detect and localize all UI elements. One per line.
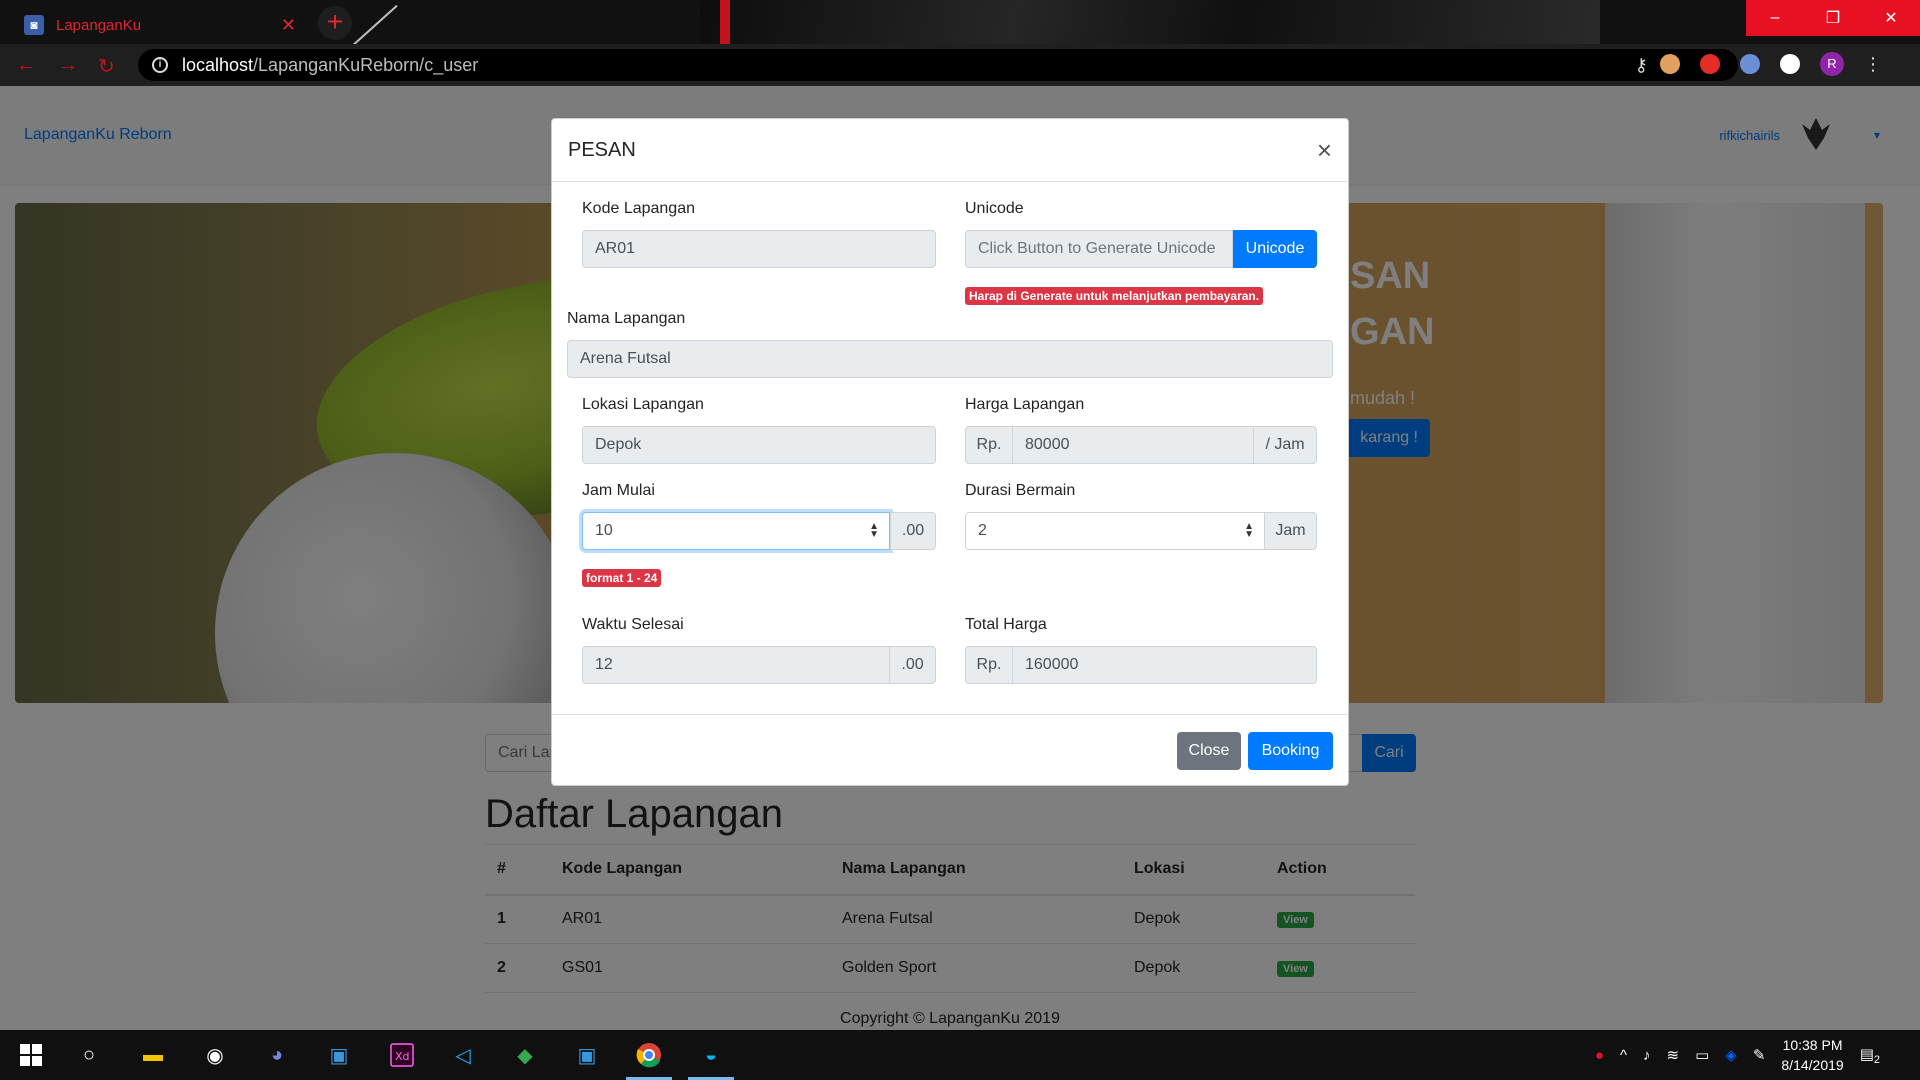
minimize-button[interactable]: –	[1746, 0, 1804, 36]
durasi-label: Durasi Bermain	[965, 482, 1076, 499]
chrome-icon[interactable]	[634, 1040, 664, 1070]
harga-suffix: / Jam	[1253, 426, 1317, 464]
volume-icon[interactable]: ♪	[1643, 1047, 1651, 1064]
unicode-label: Unicode	[965, 200, 1024, 217]
jam-mulai-suffix: .00	[890, 512, 936, 550]
blue-extension-icon[interactable]	[1740, 54, 1760, 74]
select-arrows-icon: ▲ ▼	[1244, 521, 1254, 540]
titlebar-wallpaper-accent	[720, 0, 730, 44]
durasi-value: 2	[978, 522, 987, 539]
nama-field[interactable]: Arena Futsal	[567, 340, 1333, 378]
address-bar[interactable]: i localhost/LapanganKuReborn/c_user ⚷ ⌕ …	[138, 49, 1738, 81]
tab-title: LapanganKu	[56, 16, 142, 34]
booking-modal: PESAN × Kode Lapangan AR01 Unicode Click…	[551, 118, 1349, 786]
white-extension-icon[interactable]	[1780, 54, 1800, 74]
lokasi-field[interactable]: Depok	[582, 426, 936, 464]
discord-icon[interactable]: ◕	[262, 1040, 292, 1070]
total-field[interactable]: 160000	[1012, 646, 1317, 684]
reload-icon[interactable]: ↻	[98, 54, 115, 79]
sourcetree-icon[interactable]: ◆	[510, 1040, 540, 1070]
unicode-warning-badge: Harap di Generate untuk melanjutkan pemb…	[965, 287, 1264, 305]
red-extension-icon[interactable]	[1700, 54, 1720, 74]
durasi-select[interactable]: 2 ▲ ▼	[965, 512, 1265, 550]
forward-arrow-icon[interactable]: →	[58, 54, 78, 77]
pen-icon[interactable]: ✎	[1753, 1046, 1766, 1064]
cortana-search-icon[interactable]: ○	[74, 1040, 104, 1070]
selesai-suffix: .00	[889, 646, 936, 684]
url-path: /LapanganKuReborn/c_user	[253, 54, 479, 75]
selesai-label: Waktu Selesai	[582, 616, 684, 633]
tray-expand-icon[interactable]: ^	[1620, 1047, 1627, 1064]
cookie-extension-icon[interactable]	[1660, 54, 1680, 74]
tab-favicon-icon: ◙	[24, 15, 44, 35]
close-window-button[interactable]: ✕	[1862, 0, 1920, 36]
back-arrow-icon[interactable]: ←	[16, 54, 36, 77]
close-button[interactable]: Close	[1177, 732, 1241, 770]
generate-unicode-button[interactable]: Unicode	[1233, 230, 1317, 268]
bird-app-icon[interactable]: ◒	[696, 1040, 726, 1070]
harga-field[interactable]: 80000	[1012, 426, 1254, 464]
wifi-icon[interactable]: ≋	[1667, 1046, 1680, 1064]
select-arrows-icon: ▲ ▼	[869, 521, 879, 540]
window-app-icon[interactable]: ▣	[324, 1040, 354, 1070]
harga-label: Harga Lapangan	[965, 396, 1085, 413]
windows-start-icon[interactable]	[16, 1040, 46, 1070]
file-explorer-icon[interactable]: ▬	[138, 1040, 168, 1070]
lokasi-label: Lokasi Lapangan	[582, 396, 704, 413]
vscode-icon[interactable]: ◁	[448, 1040, 478, 1070]
battery-icon[interactable]: ▭	[1695, 1046, 1709, 1064]
notification-count: 2	[1873, 1053, 1880, 1066]
profile-avatar[interactable]: R	[1820, 52, 1844, 76]
titlebar-wallpaper	[700, 0, 1600, 44]
clock-time: 10:38 PM	[1782, 1037, 1843, 1053]
extension-icons: R ⋮	[1660, 52, 1882, 76]
kode-label: Kode Lapangan	[582, 200, 695, 217]
selesai-field[interactable]: 12	[582, 646, 890, 684]
key-icon[interactable]: ⚷	[1635, 55, 1648, 76]
jam-mulai-label: Jam Mulai	[582, 482, 655, 499]
system-clock[interactable]: 10:38 PM 8/14/2019	[1781, 1035, 1843, 1075]
tray-app-icon[interactable]: ●	[1595, 1047, 1604, 1064]
modal-header: PESAN ×	[552, 119, 1348, 182]
tab-close-icon[interactable]: ✕	[281, 15, 296, 36]
new-tab-button[interactable]: +	[318, 6, 352, 40]
modal-close-icon[interactable]: ×	[1317, 137, 1332, 163]
modal-footer	[552, 714, 1348, 715]
jam-mulai-value: 10	[595, 522, 613, 539]
nama-label: Nama Lapangan	[567, 310, 686, 327]
kode-field[interactable]: AR01	[582, 230, 936, 268]
notification-icon[interactable]: ▤2	[1860, 1045, 1880, 1066]
browser-titlebar: ◙ LapanganKu ✕ + – ❐ ✕	[0, 0, 1920, 44]
clock-date: 8/14/2019	[1781, 1057, 1844, 1073]
harga-prefix: Rp.	[965, 426, 1013, 464]
restore-button[interactable]: ❐	[1804, 0, 1862, 36]
unicode-field[interactable]: Click Button to Generate Unicode	[965, 230, 1233, 268]
browser-toolbar: ← → ↻ i localhost/LapanganKuReborn/c_use…	[0, 44, 1920, 86]
titlebar-wallpaper-line	[344, 4, 398, 44]
window-controls: – ❐ ✕	[1746, 0, 1920, 38]
modal-title: PESAN	[568, 138, 636, 161]
booking-button[interactable]: Booking	[1248, 732, 1333, 770]
jam-mulai-select[interactable]: 10 ▲ ▼	[582, 512, 890, 550]
dropbox-icon[interactable]: ◈	[1725, 1046, 1737, 1064]
windows-taskbar: ○ ▬ ◉ ◕ ▣ Xd ◁ ◆ ▣ ◒ ● ^ ♪ ≋ ▭ ◈ ✎ 10:38…	[0, 1030, 1920, 1080]
total-prefix: Rp.	[965, 646, 1013, 684]
site-info-icon[interactable]: i	[152, 57, 168, 73]
svg-text:Xd: Xd	[395, 1050, 410, 1063]
jam-mulai-format-badge: format 1 - 24	[582, 569, 662, 587]
window-app-icon-2[interactable]: ▣	[572, 1040, 602, 1070]
steam-icon[interactable]: ◉	[200, 1040, 230, 1070]
adobe-xd-icon[interactable]: Xd	[387, 1040, 417, 1070]
system-tray: ● ^ ♪ ≋ ▭ ◈ ✎ 10:38 PM 8/14/2019 ▤2	[1595, 1030, 1880, 1080]
url-host: localhost	[182, 54, 254, 75]
total-label: Total Harga	[965, 616, 1047, 633]
browser-tab[interactable]: ◙ LapanganKu ✕	[10, 6, 310, 44]
browser-menu-icon[interactable]: ⋮	[1864, 54, 1882, 75]
durasi-suffix: Jam	[1264, 512, 1317, 550]
